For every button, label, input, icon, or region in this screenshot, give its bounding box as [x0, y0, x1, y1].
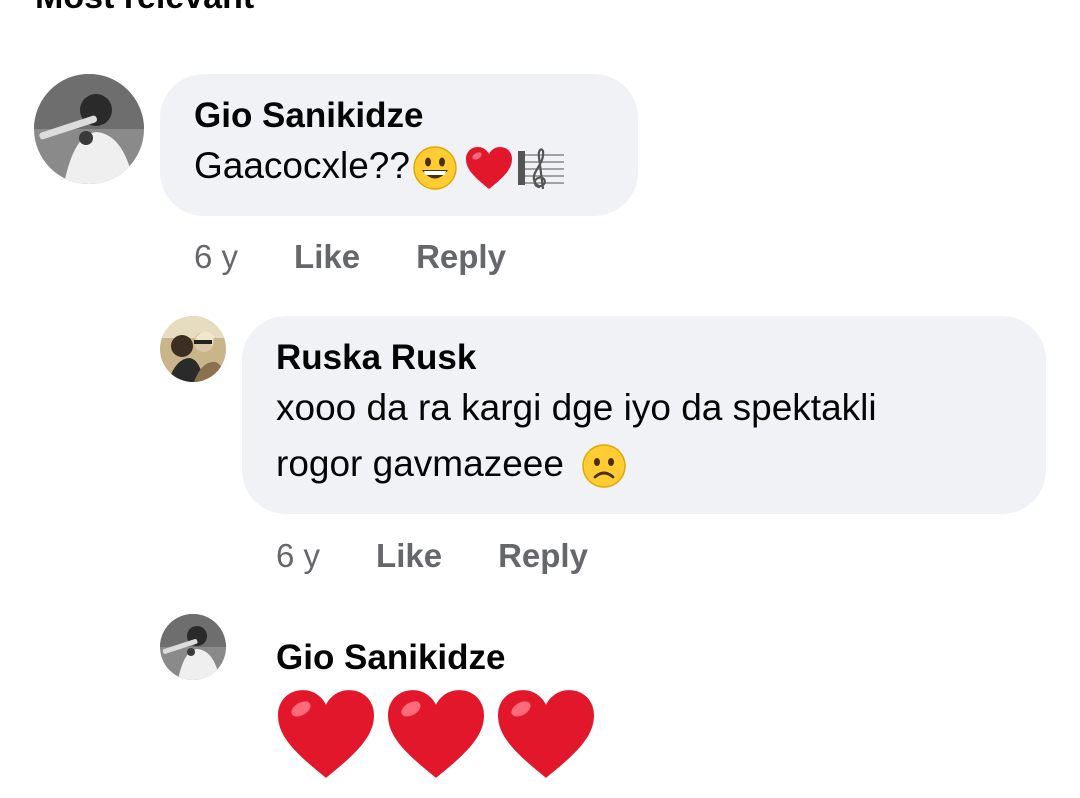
reply-button[interactable]: Reply: [416, 238, 506, 276]
reply-button[interactable]: Reply: [498, 537, 588, 575]
comment-text-line: xooo da ra kargi dge iyo da spektakli: [276, 387, 877, 428]
comment-author[interactable]: Ruska Rusk: [276, 338, 1012, 378]
red-heart-emoji: [273, 686, 379, 782]
like-button[interactable]: Like: [294, 238, 360, 276]
emoji-only-comment: [273, 686, 599, 782]
comment-text-body: rogor gavmazeee: [276, 443, 564, 484]
comment-author[interactable]: Gio Sanikidze: [194, 96, 604, 136]
comment-text-body: Gaacocxle??: [194, 145, 410, 186]
comment-text: xooo da ra kargi dge iyo da spektakli ro…: [276, 380, 1012, 492]
comment-timestamp[interactable]: 6 y: [194, 238, 238, 276]
avatar[interactable]: [160, 316, 226, 382]
red-heart-emoji: [383, 686, 489, 782]
comment-bubble: Ruska Rusk xooo da ra kargi dge iyo da s…: [242, 316, 1046, 514]
comment-text: Gaacocxle??: [194, 138, 604, 194]
like-button[interactable]: Like: [376, 537, 442, 575]
red-heart-emoji: [464, 145, 514, 191]
comment-timestamp[interactable]: 6 y: [276, 537, 320, 575]
sort-label[interactable]: Most relevant: [35, 0, 254, 14]
avatar[interactable]: [34, 74, 144, 184]
frowning-face-emoji: [580, 443, 628, 489]
comment-author[interactable]: Gio Sanikidze: [276, 638, 506, 678]
comment-text-line-with-emoji: rogor gavmazeee: [276, 436, 1012, 492]
red-heart-emoji: [493, 686, 599, 782]
comment-actions: 6 y Like Reply: [194, 238, 562, 276]
avatar[interactable]: [160, 614, 226, 680]
grinning-face-emoji: [412, 145, 458, 191]
comment-bubble: Gio Sanikidze Gaacocxle??: [160, 74, 638, 216]
musical-score-emoji: [516, 145, 566, 191]
comment-actions: 6 y Like Reply: [276, 537, 644, 575]
